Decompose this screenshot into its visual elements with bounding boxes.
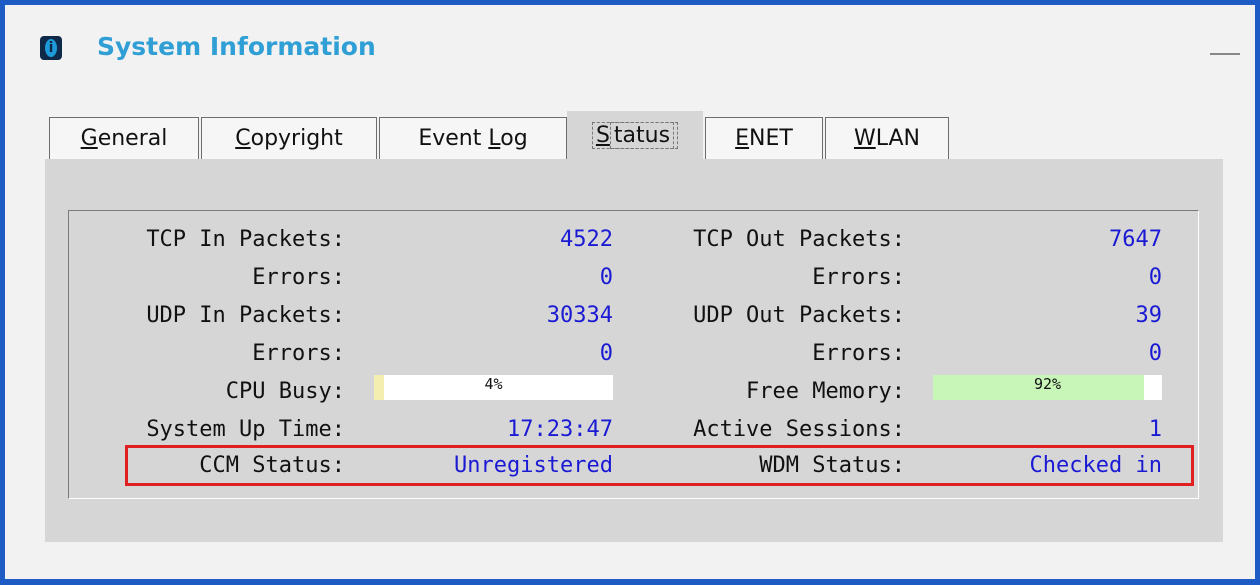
tcp-in-label: TCP In Packets: <box>146 227 345 252</box>
tcp-in-errors-value: 0 <box>599 265 613 290</box>
system-up-time-label: System Up Time: <box>146 417 345 442</box>
tab-event-log[interactable]: Event Log <box>379 117 567 159</box>
free-memory-bar: 92% <box>933 375 1162 400</box>
cpu-busy-label: CPU Busy: <box>225 379 345 404</box>
tcp-out-label: TCP Out Packets: <box>693 227 905 252</box>
udp-in-errors-label: Errors: <box>252 341 345 366</box>
udp-errors-row: Errors: 0 Errors: 0 <box>0 341 1260 369</box>
udp-in-label: UDP In Packets: <box>146 303 345 328</box>
active-sessions-value: 1 <box>1148 417 1162 442</box>
tab-copyright[interactable]: Copyright <box>201 117 377 159</box>
tcp-in-errors-label: Errors: <box>252 265 345 290</box>
usage-row: CPU Busy: 4% Free Memory: 92% <box>0 375 1260 407</box>
tab-wlan[interactable]: WLAN <box>825 117 949 159</box>
highlight-box <box>125 445 1194 486</box>
tcp-out-errors-value: 0 <box>1148 265 1162 290</box>
tcp-in-value: 4522 <box>560 227 613 252</box>
tab-enet[interactable]: ENET <box>705 117 823 159</box>
uptime-row: System Up Time: 17:23:47 Active Sessions… <box>0 417 1260 445</box>
info-icon: i <box>40 36 62 60</box>
udp-out-label: UDP Out Packets: <box>693 303 905 328</box>
tcp-out-errors-label: Errors: <box>812 265 905 290</box>
tcp-out-value: 7647 <box>1109 227 1162 252</box>
free-memory-value: 92% <box>1033 375 1062 393</box>
active-sessions-label: Active Sessions: <box>693 417 905 442</box>
window-title: System Information <box>97 32 376 61</box>
free-memory-label: Free Memory: <box>746 379 905 404</box>
system-up-time-value: 17:23:47 <box>507 417 613 442</box>
udp-row: UDP In Packets: 30334 UDP Out Packets: 3… <box>0 303 1260 331</box>
udp-out-errors-label: Errors: <box>812 341 905 366</box>
tab-status[interactable]: Status <box>567 111 703 160</box>
udp-in-value: 30334 <box>546 303 613 328</box>
udp-in-errors-value: 0 <box>599 341 613 366</box>
udp-out-value: 39 <box>1135 303 1163 328</box>
tcp-errors-row: Errors: 0 Errors: 0 <box>0 265 1260 293</box>
cpu-busy-value: 4% <box>484 375 503 393</box>
minimize-button[interactable] <box>1210 53 1240 55</box>
udp-out-errors-value: 0 <box>1148 341 1162 366</box>
tab-general[interactable]: General <box>49 117 199 159</box>
cpu-busy-bar: 4% <box>374 375 613 400</box>
tcp-row: TCP In Packets: 4522 TCP Out Packets: 76… <box>0 227 1260 255</box>
